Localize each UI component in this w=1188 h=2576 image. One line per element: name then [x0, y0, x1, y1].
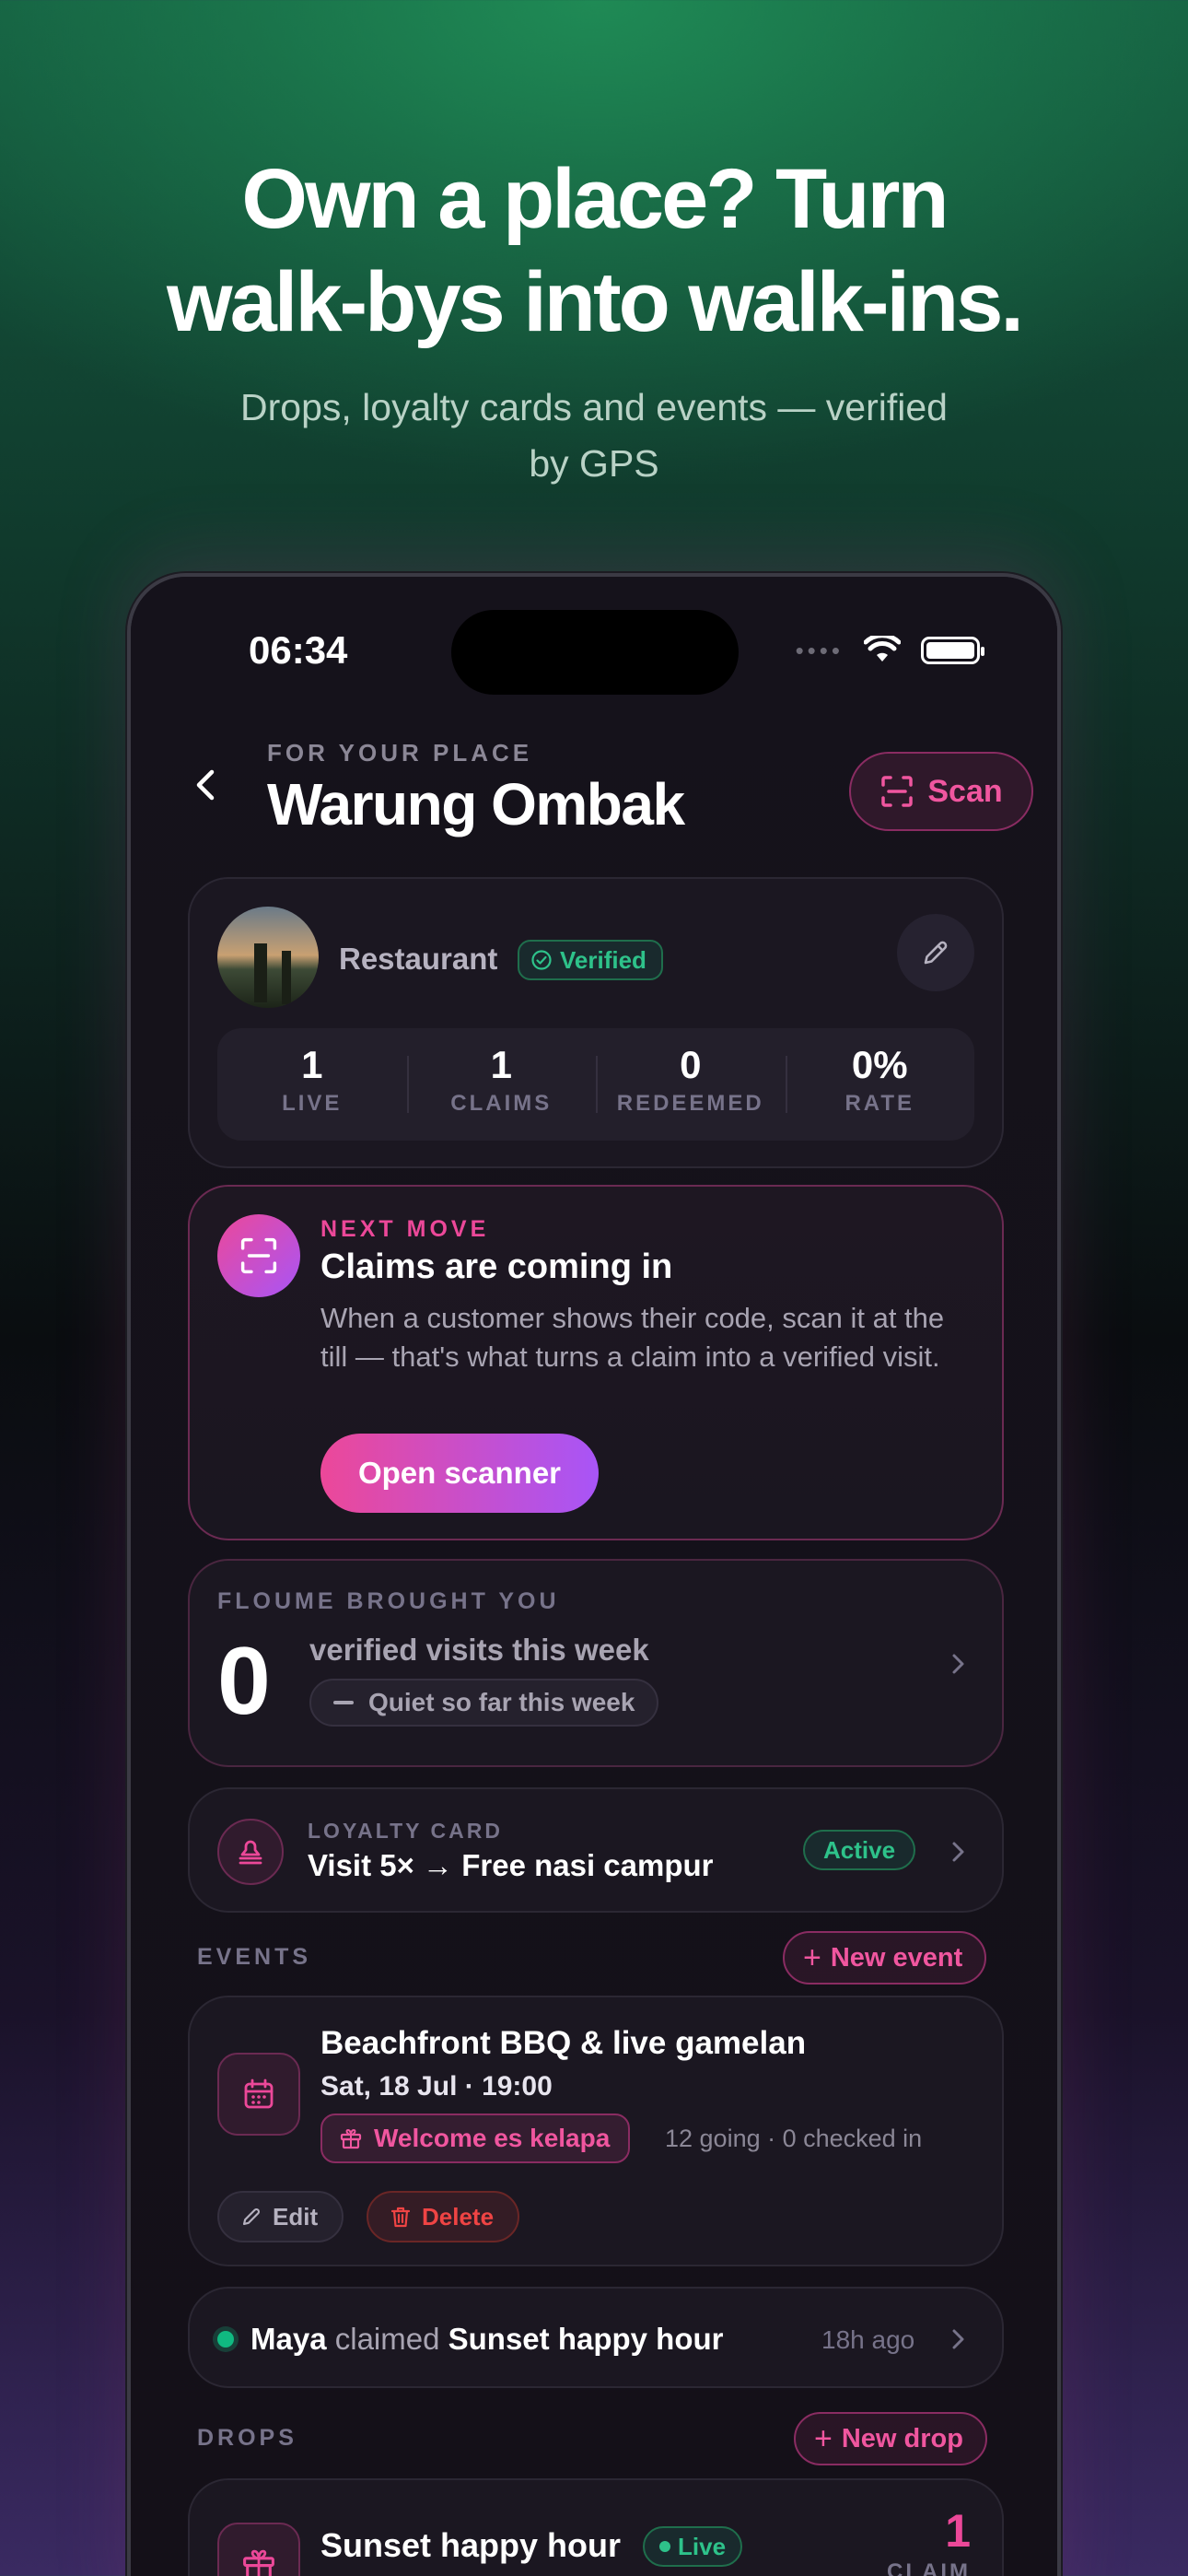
loyalty-title: Visit 5× → Free nasi campur: [308, 1848, 714, 1882]
stamp-icon: [217, 1819, 284, 1885]
back-chevron-icon[interactable]: [186, 765, 227, 805]
headline-line-2: walk-bys into walk-ins.: [167, 255, 1024, 349]
dynamic-island: [451, 610, 739, 695]
gift-icon: [340, 2128, 362, 2149]
edit-event-button[interactable]: Edit: [217, 2191, 344, 2242]
loyalty-status-badge: Active: [803, 1830, 916, 1870]
plus-icon: +: [814, 2420, 833, 2456]
live-status-dot: [217, 2331, 234, 2348]
stat-value: 1: [301, 1043, 323, 1086]
verified-badge: Verified: [518, 940, 663, 980]
scan-icon: [217, 1214, 300, 1297]
stat-label: LIVE: [282, 1091, 343, 1116]
activity-row[interactable]: Maya claimed Sunset happy hour 18h ago: [188, 2287, 1004, 2388]
new-drop-button[interactable]: + New drop: [794, 2412, 987, 2465]
pencil-icon: [242, 2207, 261, 2226]
next-move-eyebrow: NEXT MOVE: [320, 1216, 490, 1242]
header-eyebrow: FOR YOUR PLACE: [267, 739, 533, 767]
event-perk-chip: Welcome es kelapa: [320, 2113, 631, 2163]
stat-value: 0: [680, 1043, 702, 1086]
trend-label: Quiet so far this week: [368, 1688, 635, 1716]
activity-verb: claimed: [334, 2322, 440, 2356]
plus-icon: +: [803, 1939, 821, 1975]
drop-claim-count: 1: [945, 2505, 971, 2557]
loyalty-eyebrow: LOYALTY CARD: [308, 1819, 503, 1843]
stats-row: 1 LIVE 1 CLAIMS 0 REDEEMED 0% RATE: [217, 1028, 974, 1141]
verified-label: Verified: [560, 945, 646, 974]
visits-count: 0: [217, 1628, 271, 1735]
next-move-card: NEXT MOVE Claims are coming in When a cu…: [188, 1185, 1004, 1540]
drops-section-label: DROPS: [197, 2425, 297, 2451]
chevron-right-icon: [952, 2329, 964, 2349]
scan-icon: [881, 776, 914, 807]
calendar-icon: [217, 2053, 300, 2136]
stat-claims: 1 CLAIMS: [406, 1028, 597, 1141]
events-section-label: EVENTS: [197, 1944, 312, 1970]
stat-redeemed: 0 REDEEMED: [596, 1028, 786, 1141]
status-indicators: ••••: [795, 636, 984, 665]
drop-claim-label: CLAIM: [887, 2559, 971, 2576]
minus-icon: [333, 1701, 354, 1704]
stat-rate: 0% RATE: [785, 1028, 975, 1141]
subline-line-1: Drops, loyalty cards and events — verifi…: [240, 386, 948, 428]
pencil-icon: [924, 941, 948, 965]
stat-label: RATE: [844, 1091, 915, 1116]
event-card[interactable]: Beachfront BBQ & live gamelan Sat, 18 Ju…: [188, 1996, 1004, 2266]
live-dot: [659, 2541, 670, 2552]
brought-eyebrow: FLOUME BROUGHT YOU: [217, 1588, 560, 1614]
scan-button[interactable]: Scan: [849, 752, 1033, 831]
new-event-label: New event: [830, 1942, 963, 1973]
edit-place-button[interactable]: [897, 914, 974, 991]
drop-card[interactable]: Sunset happy hour Live 1 CLAIM: [188, 2478, 1004, 2576]
page-title: Warung Ombak: [267, 771, 685, 837]
check-circle-icon: [531, 950, 552, 970]
place-profile-card: Restaurant Verified 1 LIVE 1 CLAIMS 0 RE…: [188, 877, 1004, 1168]
phone-frame: 06:34 •••• FOR YOUR PLACE Warung Ombak S…: [127, 573, 1061, 2576]
new-event-button[interactable]: + New event: [783, 1931, 987, 1985]
drop-title: Sunset happy hour: [320, 2526, 622, 2564]
event-attendance: 12 going · 0 checked in: [665, 2125, 923, 2152]
activity-text: Maya claimed Sunset happy hour: [250, 2322, 723, 2357]
event-perk-label: Welcome es kelapa: [374, 2124, 611, 2152]
app-screen: 06:34 •••• FOR YOUR PLACE Warung Ombak S…: [131, 577, 1057, 2576]
activity-item: Sunset happy hour: [448, 2322, 724, 2356]
drop-status-badge: Live: [643, 2526, 743, 2567]
battery-icon: [921, 637, 984, 664]
chevron-right-icon: [952, 1654, 964, 1674]
visits-caption: verified visits this week: [309, 1633, 649, 1667]
stat-live: 1 LIVE: [217, 1028, 407, 1141]
stat-label: REDEEMED: [616, 1091, 764, 1116]
event-title: Beachfront BBQ & live gamelan: [320, 2025, 807, 2061]
trash-icon: [390, 2207, 411, 2228]
activity-user: Maya: [250, 2322, 327, 2356]
wifi-icon: [864, 636, 901, 662]
marketing-headline: Own a place? Turn walk-bys into walk-ins…: [0, 147, 1188, 354]
trend-chip: Quiet so far this week: [309, 1679, 659, 1727]
headline-line-1: Own a place? Turn: [241, 152, 949, 246]
delete-label: Delete: [422, 2202, 495, 2231]
gift-icon: [217, 2523, 300, 2576]
chevron-right-icon: [952, 1842, 964, 1862]
delete-event-button[interactable]: Delete: [367, 2191, 520, 2242]
weekly-visits-card[interactable]: FLOUME BROUGHT YOU 0 verified visits thi…: [188, 1559, 1004, 1767]
open-scanner-button[interactable]: Open scanner: [320, 1434, 599, 1513]
event-date: Sat, 18 Jul · 19:00: [320, 2071, 553, 2102]
scan-label: Scan: [927, 773, 1003, 809]
activity-time: 18h ago: [821, 2325, 915, 2354]
edit-label: Edit: [273, 2202, 319, 2231]
loyalty-card-row[interactable]: LOYALTY CARD Visit 5× → Free nasi campur…: [188, 1787, 1004, 1913]
status-time: 06:34: [249, 628, 348, 672]
next-move-body: When a customer shows their code, scan i…: [320, 1302, 945, 1373]
stat-value: 0%: [851, 1043, 908, 1086]
stat-label: CLAIMS: [450, 1091, 553, 1116]
marketing-subline: Drops, loyalty cards and events — verifi…: [184, 380, 1004, 492]
drop-status-label: Live: [678, 2532, 727, 2560]
stat-value: 1: [490, 1043, 512, 1086]
signal-icon: ••••: [795, 636, 844, 664]
subline-line-2: by GPS: [529, 442, 659, 485]
new-drop-label: New drop: [841, 2423, 963, 2453]
place-category: Restaurant: [339, 942, 498, 976]
next-move-title: Claims are coming in: [320, 1247, 673, 1286]
place-avatar: [217, 907, 319, 1008]
